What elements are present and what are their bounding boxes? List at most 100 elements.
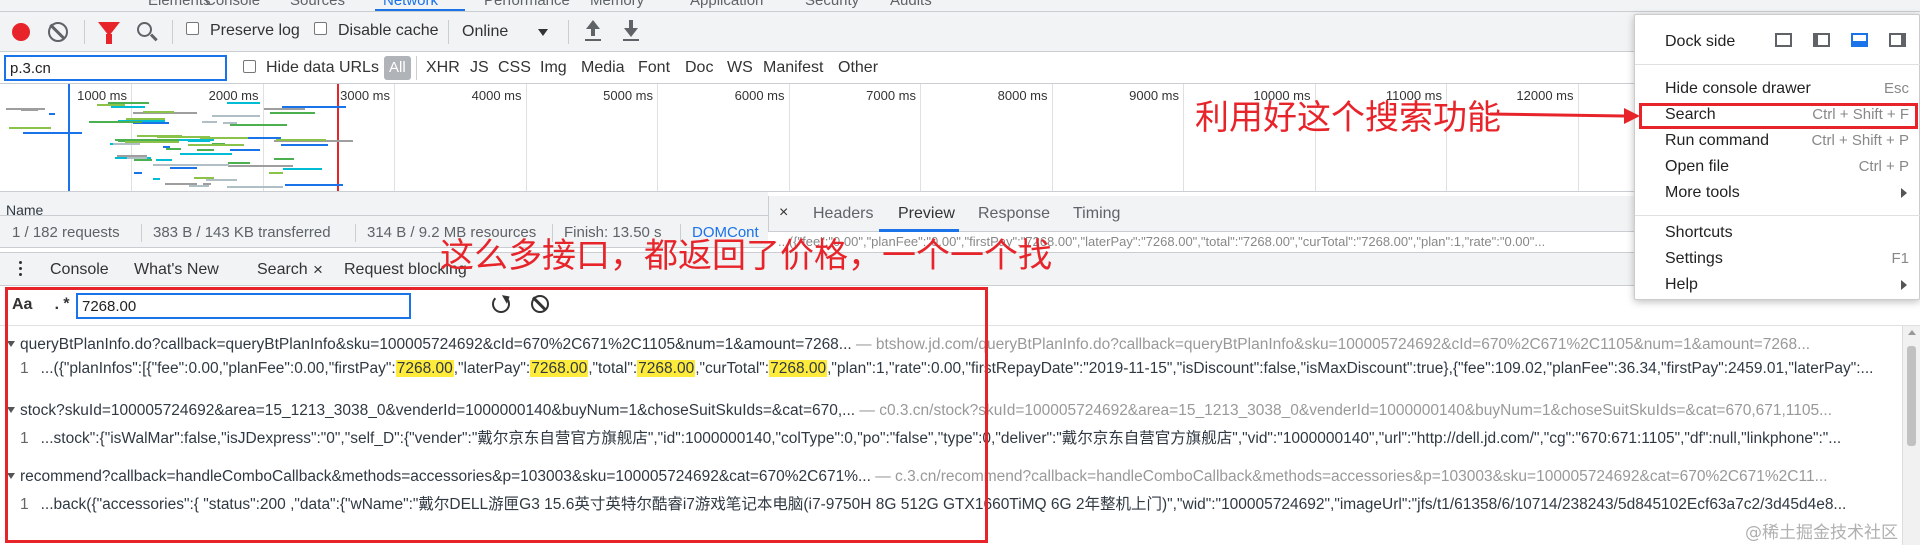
waterfall-bar — [107, 102, 150, 104]
hide-data-urls-checkbox[interactable] — [243, 60, 256, 73]
scroll-thumb[interactable] — [1907, 346, 1916, 446]
type-filter-all[interactable]: All — [384, 56, 411, 80]
annotation-many-apis: 这么多接口，都返回了价格，一个一个找 — [440, 236, 1052, 276]
tab-console[interactable]: Console — [205, 0, 260, 9]
clear-icon[interactable] — [48, 22, 68, 42]
match-case-button[interactable]: Aa — [12, 296, 32, 314]
undock-icon[interactable] — [1775, 33, 1792, 47]
preserve-log-checkbox[interactable] — [186, 22, 199, 35]
refresh-icon[interactable] — [492, 295, 510, 313]
type-filter-doc[interactable]: Doc — [685, 56, 713, 80]
chevron-right-icon — [1901, 188, 1907, 198]
waterfall-bar — [170, 167, 198, 169]
tab-preview[interactable]: Preview — [898, 205, 955, 223]
requests-table-header: Name — [0, 192, 768, 216]
waterfall-bar — [152, 178, 161, 180]
result-file-url: — c0.3.cn/stock?skuId=100005724692&area=… — [855, 402, 1833, 419]
shortcut-label: Ctrl + Shift + F — [1812, 106, 1909, 123]
filter-icon[interactable] — [98, 22, 120, 44]
waterfall-bar — [133, 159, 152, 161]
result-file-header[interactable]: queryBtPlanInfo.do?callback=queryBtPlanI… — [7, 336, 1810, 354]
name-column-header[interactable]: Name — [6, 202, 43, 215]
shortcut-label: F1 — [1891, 250, 1909, 267]
waterfall-bar — [268, 172, 284, 174]
annotation-search-tip: 利用好这个搜索功能 — [1195, 98, 1501, 138]
waterfall-bar — [276, 139, 326, 141]
tab-response[interactable]: Response — [978, 205, 1050, 223]
type-filter-font[interactable]: Font — [638, 56, 670, 80]
type-filter-js[interactable]: JS — [470, 56, 489, 80]
waterfall-bar — [110, 106, 145, 108]
dock-right-icon[interactable] — [1889, 33, 1906, 47]
disable-cache-checkbox[interactable] — [314, 22, 327, 35]
result-file-header[interactable]: stock?skuId=100005724692&area=15_1213_30… — [7, 402, 1833, 420]
tab-network[interactable]: Network — [383, 0, 438, 9]
hide-data-urls-label: Hide data URLs — [266, 59, 379, 76]
type-filter-manifest[interactable]: Manifest — [763, 56, 823, 80]
tab-sources[interactable]: Sources — [290, 0, 345, 9]
dock-bottom-icon[interactable] — [1851, 33, 1868, 47]
clear-search-icon[interactable] — [531, 295, 549, 313]
type-filter-other[interactable]: Other — [838, 56, 878, 80]
result-match-line[interactable]: 1 ...back({"accessories":{ "status":200 ,… — [20, 492, 1846, 514]
scroll-up-icon[interactable] — [1908, 330, 1916, 335]
results-scrollbar[interactable] — [1902, 326, 1920, 545]
filter-input[interactable] — [4, 55, 227, 81]
timeline-tick-label: 6000 ms — [734, 88, 785, 103]
waterfall-bar — [23, 132, 82, 134]
close-detail-icon[interactable]: × — [779, 204, 788, 222]
close-search-tab-icon[interactable]: × — [313, 260, 323, 280]
result-file-header[interactable]: recommend?callback=handleComboCallback&m… — [7, 468, 1828, 486]
watermark: @稀土掘金技术社区 — [1745, 523, 1898, 543]
tab-application[interactable]: Application — [690, 0, 763, 9]
tab-headers[interactable]: Headers — [813, 205, 873, 223]
waterfall-bar — [269, 112, 316, 114]
type-filter-media[interactable]: Media — [581, 56, 625, 80]
type-filter-xhr[interactable]: XHR — [426, 56, 460, 80]
type-filter-css[interactable]: CSS — [498, 56, 531, 80]
timeline-gridline — [1183, 84, 1184, 191]
drawer-tab-whats-new[interactable]: What's New — [134, 261, 219, 279]
tab-timing[interactable]: Timing — [1073, 205, 1120, 223]
requests-count: 1 / 182 requests — [12, 224, 120, 241]
result-file-name: queryBtPlanInfo.do?callback=queryBtPlanI… — [20, 336, 852, 353]
search-query-input[interactable] — [76, 293, 411, 319]
timeline-gridline — [920, 84, 921, 191]
timeline-gridline — [525, 84, 527, 191]
network-overview[interactable]: 1000 ms 2000 ms 3000 ms 4000 ms 5000 ms 6000 … — [0, 84, 1920, 192]
tab-audits[interactable]: Audits — [890, 0, 932, 9]
tab-performance[interactable]: Performance — [484, 0, 570, 9]
drawer-menu-icon[interactable] — [19, 261, 23, 279]
main-tab-strip: Elements Console Sources Network Perform… — [0, 0, 1920, 12]
tab-memory[interactable]: Memory — [590, 0, 644, 9]
tab-security[interactable]: Security — [805, 0, 859, 9]
shortcut-label: Ctrl + Shift + P — [1811, 132, 1909, 149]
result-file-name: recommend?callback=handleComboCallback&m… — [20, 468, 871, 485]
export-har-icon[interactable] — [622, 20, 640, 42]
dock-left-icon[interactable] — [1813, 33, 1830, 47]
type-filter-img[interactable]: Img — [540, 56, 567, 80]
search-icon[interactable] — [137, 22, 152, 37]
drawer-tab-console[interactable]: Console — [50, 261, 109, 279]
drawer-tab-search[interactable]: Search — [257, 261, 308, 279]
line-number: 1 — [20, 430, 29, 447]
result-match-line[interactable]: 1 ...({"planInfos":[{"fee":0.00,"planFee"… — [20, 360, 1873, 378]
filter-bar: Hide data URLs All XHR JS CSS Img Media … — [0, 52, 1920, 84]
timeline-tick-label: 5000 ms — [603, 88, 653, 103]
timeline-tick-label: 3000 ms — [340, 88, 390, 103]
waterfall-bar — [189, 185, 210, 187]
record-icon[interactable] — [12, 23, 30, 41]
shortcut-label: Esc — [1883, 80, 1909, 97]
waterfall-bar — [175, 139, 214, 141]
throttling-select[interactable]: Online — [460, 19, 552, 45]
tab-elements[interactable]: Elements — [148, 0, 211, 9]
regex-button[interactable]: .* — [52, 296, 71, 314]
shortcut-label: Ctrl + P — [1858, 158, 1909, 175]
import-har-icon[interactable] — [584, 20, 602, 42]
waterfall-bar — [49, 113, 56, 115]
network-toolbar: Preserve log Disable cache Online — [0, 12, 1920, 52]
waterfall-bar — [199, 137, 248, 139]
type-filter-ws[interactable]: WS — [727, 56, 753, 80]
result-match-line[interactable]: 1 ...stock":{"isWalMar":false,"isJDexpres… — [20, 426, 1841, 448]
waterfall-bar — [143, 111, 175, 113]
